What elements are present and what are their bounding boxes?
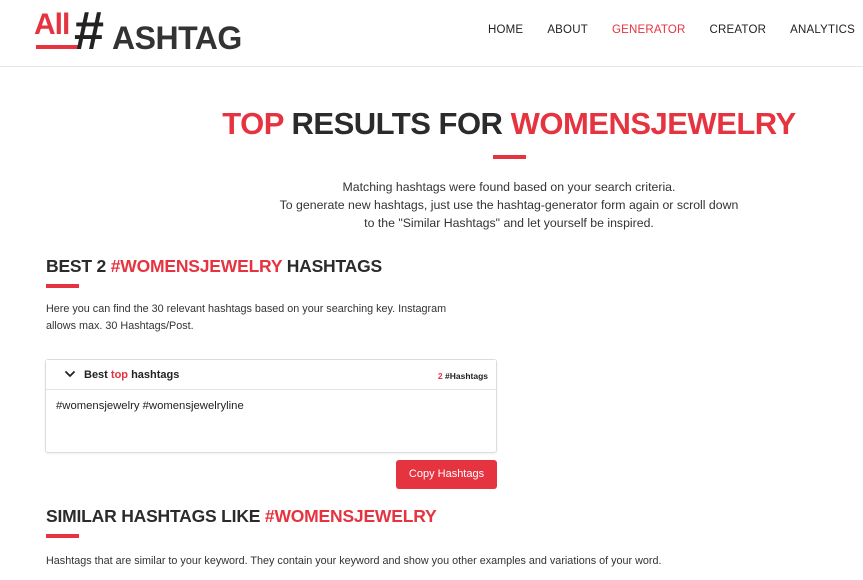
best-description-line-1: Here you can find the 30 relevant hashta… [46, 303, 447, 315]
logo-all-text: All [34, 8, 70, 41]
logo-underline [36, 45, 78, 49]
best-heading-suffix: HASHTAGS [286, 256, 383, 276]
similar-description: Hashtags that are similar to your keywor… [46, 555, 662, 567]
best-description: Here you can find the 30 relevant hashta… [46, 301, 446, 335]
hashtag-list-text[interactable]: #womensjewelry #womensjewelryline [56, 400, 244, 412]
nav-item-home[interactable]: HOME [488, 24, 523, 36]
logo-brand-text: ASHTAG [112, 20, 242, 56]
similar-heading-keyword: #WOMENSJEWELRY [264, 506, 437, 526]
page-title-keyword: WOMENSJEWELRY [510, 106, 797, 141]
intro-line-1: Matching hashtags were found based on yo… [342, 180, 676, 194]
card-title-highlight: top [110, 369, 129, 381]
copy-hashtags-button[interactable]: Copy Hashtags [396, 460, 497, 489]
best-description-line-2: allows max. 30 Hashtags/Post. [46, 320, 194, 332]
intro-line-2: To generate new hashtags, just use the h… [279, 198, 739, 212]
nav-item-generator[interactable]: GENERATOR [612, 24, 686, 36]
nav-item-about[interactable]: ABOUT [547, 24, 588, 36]
nav-item-creator[interactable]: CREATOR [710, 24, 767, 36]
site-logo[interactable]: All # ASHTAG [34, 4, 244, 64]
card-title-suffix: hashtags [131, 369, 180, 381]
intro-line-3: to the "Similar Hashtags" and let yourse… [364, 216, 654, 230]
best-hashtags-heading: BEST 2 #WOMENSJEWELRY HASHTAGS [46, 256, 382, 277]
best-heading-divider [46, 284, 79, 288]
hashtag-count-badge: 2 #Hashtags [438, 371, 488, 381]
intro-text: Matching hashtags were found based on yo… [0, 178, 863, 232]
page-title-mid: RESULTS FOR [291, 106, 503, 141]
nav-item-analytics[interactable]: ANALYTICS [790, 24, 855, 36]
best-heading-prefix: BEST 2 [46, 256, 107, 276]
hashtag-card: Best top hashtags 2 #Hashtags #womensjew… [45, 359, 497, 453]
hashtag-card-title: Best top hashtags [84, 369, 179, 381]
main-nav: HOME ABOUT GENERATOR CREATOR ANALYTICS C [488, 24, 863, 36]
chevron-down-icon[interactable] [64, 368, 76, 380]
logo-hash-glyph: # [74, 1, 105, 61]
hashtag-count-label: #Hashtags [445, 371, 488, 381]
card-title-prefix: Best [84, 369, 108, 381]
page-title-top: TOP [222, 106, 284, 141]
page-title: TOP RESULTS FOR WOMENSJEWELRY [0, 106, 863, 142]
similar-hashtags-heading: SIMILAR HASHTAGS LIKE #WOMENSJEWELRY [46, 506, 437, 527]
similar-heading-divider [46, 534, 79, 538]
site-header: All # ASHTAG HOME ABOUT GENERATOR CREATO… [0, 0, 863, 67]
title-divider [493, 155, 526, 159]
best-heading-keyword: #WOMENSJEWELRY [110, 256, 283, 276]
hashtag-count-number: 2 [437, 371, 443, 381]
hashtag-card-header[interactable]: Best top hashtags 2 #Hashtags [46, 360, 496, 390]
similar-heading-prefix: SIMILAR HASHTAGS LIKE [46, 506, 261, 526]
